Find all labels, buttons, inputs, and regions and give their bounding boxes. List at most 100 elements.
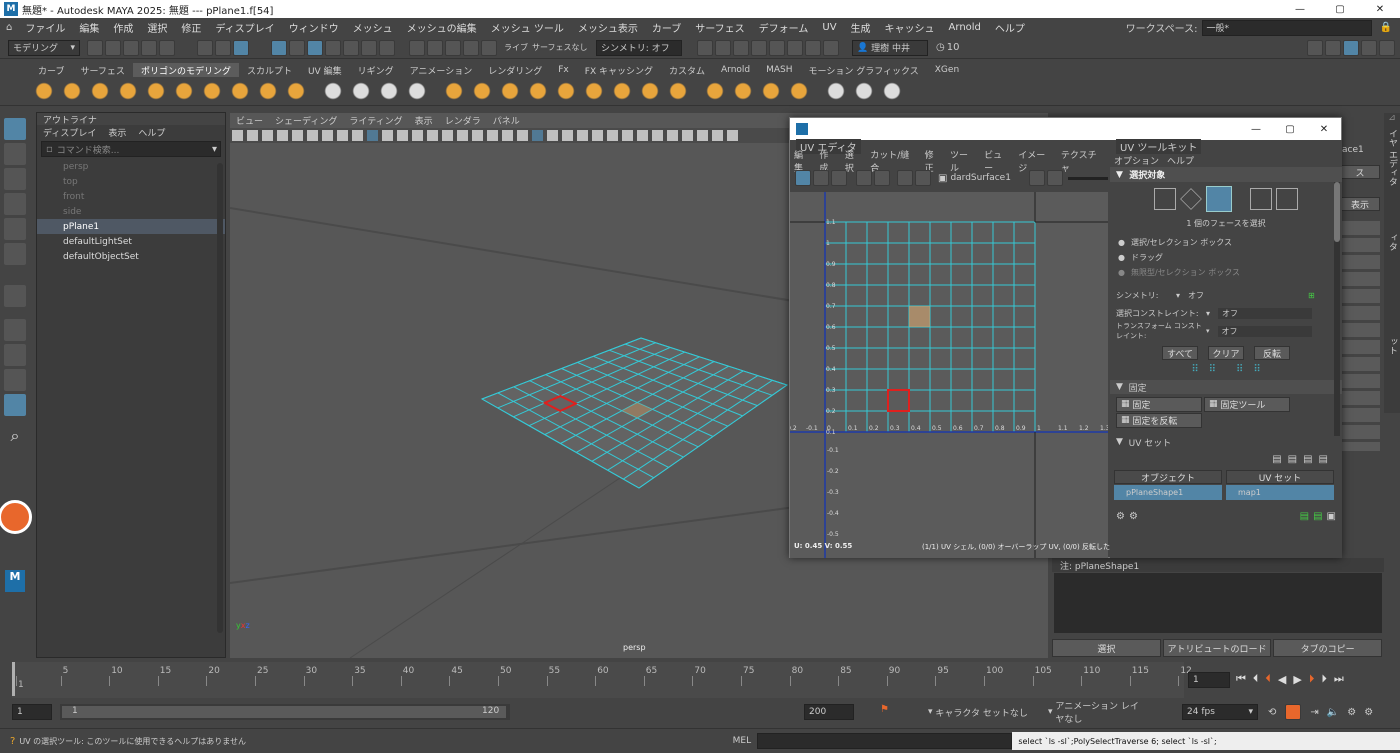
layout-two-icon[interactable]: [4, 369, 26, 391]
outliner-item[interactable]: top: [37, 174, 225, 189]
viewport-tool-icon[interactable]: [592, 130, 603, 141]
sphere-icon[interactable]: [33, 80, 55, 102]
menu-item[interactable]: 生成: [844, 20, 878, 35]
uv-canvas[interactable]: 1.1 1 0.9 0.8 0.7 0.6 0.5 0.4 0.3 0.2 0.1 -0.1 -0.2 -…: [785, 192, 1122, 558]
shelf-tab[interactable]: アニメーション: [402, 63, 481, 77]
menu-item[interactable]: UV: [815, 22, 843, 33]
outliner-item[interactable]: side: [37, 204, 225, 219]
partial-tab-button[interactable]: ス: [1340, 165, 1380, 179]
uv-menu-item[interactable]: ビュー: [980, 148, 1014, 174]
attr-select-button[interactable]: 選択: [1052, 639, 1161, 657]
merge-icon[interactable]: [732, 80, 754, 102]
viewport-tool-icon[interactable]: [532, 130, 543, 141]
symmetry-select[interactable]: シンメトリ: オフ: [596, 39, 682, 56]
cache-playback-icon[interactable]: [1285, 704, 1302, 720]
section-select-by[interactable]: ▼ 選択対象: [1110, 167, 1342, 182]
uv-edge-mode-icon[interactable]: [1180, 188, 1202, 210]
viewport-tool-icon[interactable]: [667, 130, 678, 141]
viewport-tool-icon[interactable]: [427, 130, 438, 141]
snap-view-icon[interactable]: [325, 39, 341, 56]
record-icon[interactable]: [0, 500, 32, 534]
shelf-tab[interactable]: レンダリング: [480, 63, 550, 77]
anim-prefs-icon[interactable]: ⚙: [1347, 707, 1356, 718]
uv-editor-titlebar[interactable]: — ▢ ✕: [790, 118, 1341, 140]
viewport-tool-icon[interactable]: [727, 130, 738, 141]
viewport-tool-icon[interactable]: [292, 130, 303, 141]
mirror-icon[interactable]: [499, 80, 521, 102]
viewport-tool-icon[interactable]: [607, 130, 618, 141]
extract-icon[interactable]: [406, 80, 428, 102]
uv-shell-mode-icon[interactable]: [1276, 188, 1298, 210]
layout-four-icon[interactable]: [4, 344, 26, 366]
uv-distortion-icon[interactable]: [831, 170, 847, 186]
outliner-menu-item[interactable]: ディスプレイ: [37, 126, 102, 139]
sculpt-icon[interactable]: [825, 80, 847, 102]
paint-select-icon[interactable]: [4, 168, 26, 190]
magnet-icon-4[interactable]: [463, 39, 479, 56]
outliner-item[interactable]: pPlane1: [37, 219, 225, 234]
viewport-tool-icon[interactable]: [712, 130, 723, 141]
menu-item[interactable]: デフォーム: [752, 20, 816, 35]
workspace-select[interactable]: 一般*: [1201, 19, 1372, 36]
arnold-render-icon[interactable]: [787, 39, 803, 56]
disc-icon[interactable]: [201, 80, 223, 102]
maximize-button[interactable]: ▢: [1320, 4, 1360, 15]
render-view-icon[interactable]: [751, 39, 767, 56]
cube-icon[interactable]: [61, 80, 83, 102]
select-tool-icon[interactable]: [4, 118, 26, 140]
uv-uv-mode-icon[interactable]: [1250, 188, 1272, 210]
menu-item[interactable]: 編集: [72, 20, 106, 35]
uvset-editor-icon[interactable]: ▤: [1300, 511, 1309, 522]
rotate-tool-icon[interactable]: [4, 218, 26, 240]
hypershade-icon[interactable]: [769, 39, 785, 56]
menu-item[interactable]: メッシュ表示: [571, 20, 645, 35]
uv-grid-toggle-icon[interactable]: [795, 170, 811, 186]
minimize-button[interactable]: —: [1280, 4, 1320, 15]
pin-tool-button[interactable]: ▦ 固定ツール: [1204, 396, 1290, 412]
menu-item[interactable]: キャッシュ: [878, 20, 942, 35]
select-component-icon[interactable]: [233, 39, 249, 56]
viewport-tool-icon[interactable]: [697, 130, 708, 141]
attr-note-area[interactable]: [1054, 573, 1382, 633]
section-uv-set[interactable]: ▼ UV セット: [1110, 434, 1342, 450]
mode-select[interactable]: モデリング ▾: [8, 39, 80, 56]
go-to-end-icon[interactable]: ⏭: [1334, 672, 1344, 686]
uv-shade-icon[interactable]: [813, 170, 829, 186]
viewport-tool-icon[interactable]: [262, 130, 273, 141]
outliner-search-bar[interactable]: ▫ コマンド検索... ▾: [41, 141, 221, 157]
viewport-tool-icon[interactable]: [352, 130, 363, 141]
viewport-tool-icon[interactable]: [472, 130, 483, 141]
viewport-tool-icon[interactable]: [622, 130, 633, 141]
uvset-add-icon[interactable]: ▤: [1313, 511, 1322, 522]
menu-item[interactable]: 作成: [106, 20, 140, 35]
select-border-icon[interactable]: ⠿: [1236, 364, 1243, 375]
menu-item[interactable]: 選択: [140, 20, 174, 35]
uv-menu-item[interactable]: ツール: [946, 148, 980, 174]
uv-image-icon[interactable]: [1028, 170, 1045, 186]
section-pin[interactable]: ▼ 固定: [1110, 380, 1342, 394]
scale-tool-icon[interactable]: [4, 243, 26, 265]
viewport-tool-icon[interactable]: [397, 130, 408, 141]
svg-icon[interactable]: [257, 80, 279, 102]
uv-face-mode-icon[interactable]: [1206, 186, 1232, 212]
attr-copy-tab-button[interactable]: タブのコピー: [1273, 639, 1383, 657]
settings-icon[interactable]: ⚙: [1364, 707, 1373, 718]
command-input[interactable]: [756, 733, 1013, 749]
outliner-scrollbar[interactable]: [217, 163, 223, 633]
grid-icon[interactable]: [322, 80, 344, 102]
separate-icon[interactable]: [378, 80, 400, 102]
viewport-tool-icon[interactable]: [682, 130, 693, 141]
viewport-tool-icon[interactable]: [412, 130, 423, 141]
type-icon[interactable]: [285, 80, 307, 102]
viewport-tool-icon[interactable]: [247, 130, 258, 141]
fill-hole-icon[interactable]: [555, 80, 577, 102]
smooth-icon[interactable]: [443, 80, 465, 102]
uv-color-icon[interactable]: [1046, 170, 1063, 186]
pin-invert-button[interactable]: ▦ 固定を反転: [1116, 412, 1202, 428]
menu-item[interactable]: サーフェス: [688, 20, 751, 35]
shelf-tab[interactable]: モーション グラフィックス: [801, 63, 927, 77]
snap-grid-icon[interactable]: [271, 39, 287, 56]
search-icon[interactable]: ⌕: [4, 426, 26, 448]
viewport-tool-icon[interactable]: [652, 130, 663, 141]
outliner-item[interactable]: front: [37, 189, 225, 204]
